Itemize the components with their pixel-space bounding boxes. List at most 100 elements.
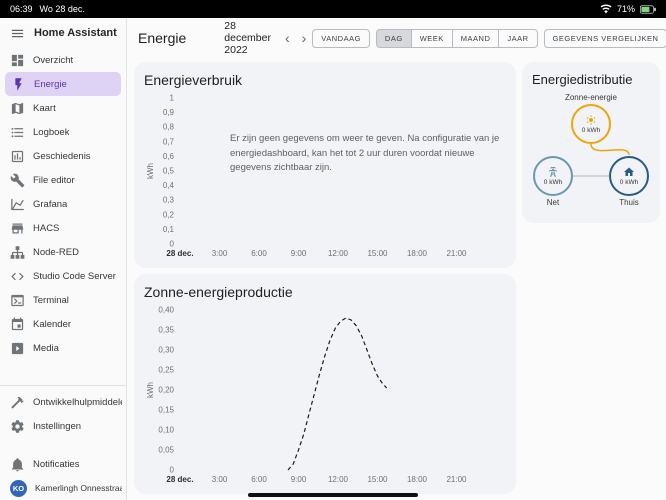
period-button-week[interactable]: WEEK xyxy=(411,29,453,48)
sidebar-item-node-red[interactable]: Node-RED xyxy=(0,240,126,264)
svg-text:0,35: 0,35 xyxy=(158,326,174,335)
gear-icon xyxy=(10,419,25,434)
period-segmented-control: DAG WEEK MAAND JAAR xyxy=(376,29,538,48)
sidebar-item-ontwikkelhulpmiddelen[interactable]: Ontwikkelhulpmiddelen xyxy=(0,390,126,414)
transmission-tower-icon xyxy=(547,166,559,178)
map-icon xyxy=(10,101,25,116)
sidebar-item-studio-code-server[interactable]: Studio Code Server xyxy=(0,264,126,288)
page-header: Energie 28 december 2022 ‹ › VANDAAG DAG… xyxy=(128,18,666,58)
sidebar-item-label: Kalender xyxy=(33,319,71,330)
main-area: Energie 28 december 2022 ‹ › VANDAAG DAG… xyxy=(128,18,666,500)
sidebar-user[interactable]: KO Kamerlingh Onnesstraat xyxy=(0,476,126,500)
sidebar-item-kaart[interactable]: Kaart xyxy=(0,96,126,120)
bell-icon xyxy=(10,457,25,472)
svg-text:9:00: 9:00 xyxy=(291,249,307,258)
play-box-icon xyxy=(10,341,25,356)
sidebar-item-label: Kaart xyxy=(33,103,56,114)
content-area: Energieverbruik Er zijn geen gegevens om… xyxy=(128,60,666,500)
svg-text:15:00: 15:00 xyxy=(367,249,388,258)
sidebar-item-logboek[interactable]: Logboek xyxy=(0,120,126,144)
energy-consumption-chart[interactable]: Er zijn geen gegevens om weer te geven. … xyxy=(144,90,506,262)
sidebar-item-hacs[interactable]: HACS xyxy=(0,216,126,240)
period-button-jaar[interactable]: JAAR xyxy=(498,29,537,48)
grid-value: 0 kWh xyxy=(544,179,562,186)
prev-date-button[interactable]: ‹ xyxy=(279,31,296,45)
sitemap-icon xyxy=(10,245,25,260)
sidebar-item-label: HACS xyxy=(33,223,59,234)
svg-text:1: 1 xyxy=(170,94,175,103)
empty-chart-message: Er zijn geen gegevens om weer te geven. … xyxy=(230,132,502,176)
view-dashboard-icon xyxy=(10,53,25,68)
chart-line-icon xyxy=(10,197,25,212)
svg-text:28 dec.: 28 dec. xyxy=(166,249,193,258)
svg-text:9:00: 9:00 xyxy=(291,475,307,484)
sidebar-item-label: Energie xyxy=(34,79,67,90)
solar-production-chart[interactable]: 00,050,100,150,200,250,300,350,4028 dec.… xyxy=(144,302,506,488)
grid-circle[interactable]: 0 kWh xyxy=(533,156,573,196)
svg-text:21:00: 21:00 xyxy=(446,249,467,258)
card-title: Energiedistributie xyxy=(532,72,650,87)
sidebar-item-label: Terminal xyxy=(33,295,69,306)
sidebar-item-label: Overzicht xyxy=(33,55,73,66)
svg-text:0,30: 0,30 xyxy=(158,346,174,355)
svg-text:kWh: kWh xyxy=(146,382,155,398)
code-tags-icon xyxy=(10,269,25,284)
today-button[interactable]: VANDAAG xyxy=(312,29,370,48)
page-title: Energie xyxy=(138,30,186,46)
svg-text:3:00: 3:00 xyxy=(212,249,228,258)
solar-circle[interactable]: 0 kWh xyxy=(571,104,611,144)
clock: 06:39 xyxy=(10,4,33,14)
sidebar-item-kalender[interactable]: Kalender xyxy=(0,312,126,336)
sidebar-item-overzicht[interactable]: Overzicht xyxy=(0,48,126,72)
solar-production-card: Zonne-energieproductie 00,050,100,150,20… xyxy=(134,274,516,494)
status-bar: 06:39 Wo 28 dec. 71% xyxy=(0,0,666,18)
sidebar-item-label: Logboek xyxy=(33,127,69,138)
next-date-button[interactable]: › xyxy=(296,31,313,45)
solar-power-icon xyxy=(585,114,597,126)
sidebar-item-energie[interactable]: Energie xyxy=(5,72,121,96)
svg-text:21:00: 21:00 xyxy=(446,475,467,484)
svg-text:12:00: 12:00 xyxy=(328,249,349,258)
sidebar-item-media[interactable]: Media xyxy=(0,336,126,360)
svg-text:0,25: 0,25 xyxy=(158,366,174,375)
period-button-maand[interactable]: MAAND xyxy=(452,29,500,48)
sidebar-spacer xyxy=(0,360,126,381)
sidebar-item-file-editor[interactable]: File editor xyxy=(0,168,126,192)
sidebar-item-instellingen[interactable]: Instellingen xyxy=(0,414,126,438)
date-label[interactable]: 28 december 2022 xyxy=(224,20,271,56)
svg-text:0,4: 0,4 xyxy=(163,181,175,190)
sidebar-item-label: Media xyxy=(33,343,59,354)
svg-text:0,20: 0,20 xyxy=(158,386,174,395)
lightning-bolt-icon xyxy=(11,77,26,92)
menu-icon[interactable] xyxy=(10,26,25,41)
sidebar-item-geschiedenis[interactable]: Geschiedenis xyxy=(0,144,126,168)
svg-text:12:00: 12:00 xyxy=(328,475,349,484)
sidebar-gap xyxy=(0,438,126,452)
date-picker: 28 december 2022 ‹ › xyxy=(224,20,312,56)
wifi-icon xyxy=(600,3,612,15)
energy-distribution-card: Energiedistributie Zonne-energie 0 kWh 0… xyxy=(522,62,660,223)
svg-text:0,6: 0,6 xyxy=(163,152,175,161)
sidebar-item-label: Ontwikkelhulpmiddelen xyxy=(33,397,122,408)
calendar-icon xyxy=(10,317,25,332)
compare-data-button[interactable]: GEGEVENS VERGELIJKEN xyxy=(544,29,666,48)
svg-text:18:00: 18:00 xyxy=(407,475,428,484)
sidebar-item-grafana[interactable]: Grafana xyxy=(0,192,126,216)
svg-text:0: 0 xyxy=(170,240,175,249)
home-circle[interactable]: 0 kWh xyxy=(609,156,649,196)
header-buttons: VANDAAG DAG WEEK MAAND JAAR GEGEVENS VER… xyxy=(312,29,666,48)
sidebar-item-terminal[interactable]: Terminal xyxy=(0,288,126,312)
sidebar-item-label: Grafana xyxy=(33,199,67,210)
sidebar-item-notificaties[interactable]: Notificaties xyxy=(0,452,126,476)
period-button-dag[interactable]: DAG xyxy=(376,29,412,48)
svg-text:0,9: 0,9 xyxy=(163,108,175,117)
svg-text:28 dec.: 28 dec. xyxy=(166,475,193,484)
svg-text:0,15: 0,15 xyxy=(158,406,174,415)
notifications-label: Notificaties xyxy=(33,459,79,470)
wrench-icon xyxy=(10,173,25,188)
svg-text:15:00: 15:00 xyxy=(367,475,388,484)
home-indicator[interactable] xyxy=(248,493,418,497)
home-value: 0 kWh xyxy=(620,179,638,186)
avatar: KO xyxy=(10,480,27,497)
status-date: Wo 28 dec. xyxy=(40,4,85,14)
